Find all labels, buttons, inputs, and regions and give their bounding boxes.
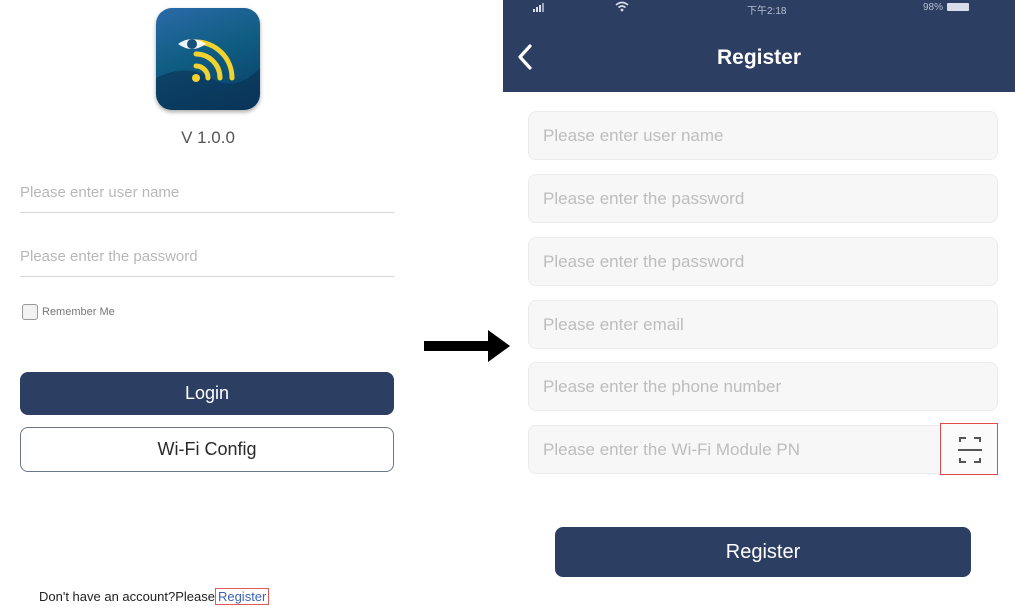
username-input[interactable] <box>20 172 394 213</box>
battery-icon <box>947 3 970 12</box>
app-logo-icon <box>156 8 260 110</box>
register-phone-input[interactable] <box>528 362 998 411</box>
scan-icon <box>958 437 982 463</box>
status-bar: 下午2:18 98% <box>503 0 1015 17</box>
register-submit-button[interactable]: Register <box>555 527 971 577</box>
arrow-head-icon <box>488 330 510 362</box>
arrow-right-icon <box>424 341 490 351</box>
wifi-status-icon <box>615 1 629 15</box>
remember-me-checkbox[interactable] <box>22 304 38 320</box>
register-prompt: Don't have an account?Please Register <box>39 588 270 605</box>
battery-percent: 98% <box>923 2 944 13</box>
register-confirm-password-input[interactable] <box>528 237 998 286</box>
remember-me-row[interactable]: Remember Me <box>22 302 115 322</box>
login-button[interactable]: Login <box>20 372 394 415</box>
battery-indicator: 98% <box>923 2 970 13</box>
password-input[interactable] <box>20 236 394 277</box>
wifi-config-button[interactable]: Wi-Fi Config <box>20 427 394 472</box>
register-prompt-text: Don't have an account?Please <box>39 589 215 604</box>
register-password-input[interactable] <box>528 174 998 223</box>
page-title: Register <box>716 46 802 69</box>
register-link[interactable]: Register <box>214 588 270 605</box>
scan-button[interactable] <box>940 423 998 475</box>
remember-me-label: Remember Me <box>42 306 115 318</box>
register-header: 下午2:18 98% Register <box>503 0 1015 92</box>
register-username-input[interactable] <box>528 111 998 160</box>
app-version: V 1.0.0 <box>181 128 235 147</box>
signal-icon <box>533 2 545 15</box>
status-time: 下午2:18 <box>747 6 787 17</box>
register-email-input[interactable] <box>528 300 998 349</box>
register-wifi-module-pn-input[interactable] <box>528 425 998 474</box>
